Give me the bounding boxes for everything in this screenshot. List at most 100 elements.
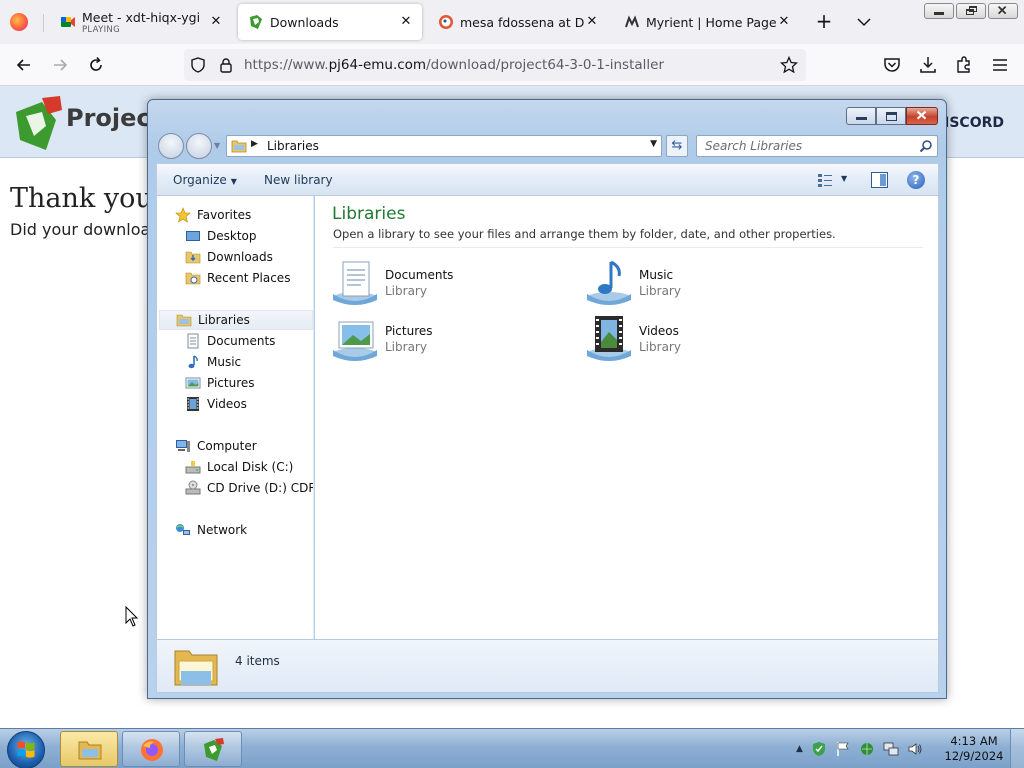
pictures-icon — [185, 377, 201, 389]
padlock-icon[interactable] — [218, 57, 234, 73]
library-name: Videos — [639, 324, 679, 338]
search-icon[interactable] — [919, 139, 933, 153]
explorer-close-button[interactable] — [906, 107, 938, 125]
explorer-back-button[interactable] — [158, 133, 184, 159]
taskbar-project64-button[interactable] — [184, 731, 242, 767]
organize-label: Organize — [173, 173, 227, 187]
address-dropdown-icon[interactable]: ▼ — [650, 139, 657, 149]
nav-label: Local Disk (C:) — [207, 460, 294, 474]
volume-speaker-icon[interactable] — [907, 741, 923, 757]
nav-libraries[interactable]: Libraries — [159, 310, 313, 330]
nav-local-disk[interactable]: Local Disk (C:) — [185, 457, 293, 477]
list-all-tabs-chevron-icon[interactable] — [856, 12, 872, 32]
security-shield-tray-icon[interactable] — [811, 741, 827, 757]
close-tab-icon[interactable]: ✕ — [398, 14, 414, 30]
nav-label: Favorites — [197, 208, 252, 222]
view-options-dropdown-icon[interactable]: ▼ — [841, 174, 847, 183]
minimize-button[interactable] — [924, 3, 954, 19]
action-center-flag-icon[interactable] — [835, 741, 851, 757]
project64-taskbar-icon — [204, 738, 224, 761]
nav-pictures[interactable]: Pictures — [185, 373, 255, 393]
nav-network[interactable]: Network — [175, 520, 247, 540]
url-bar[interactable]: https://www.pj64-emu.com/download/projec… — [184, 49, 806, 81]
library-documents[interactable]: Documents Library — [331, 258, 551, 308]
forward-arrow-icon[interactable] — [50, 55, 70, 75]
change-view-icon[interactable] — [817, 172, 833, 188]
breadcrumb-libraries[interactable]: Libraries — [267, 139, 319, 153]
tab-myrient[interactable]: Myrient | Home Page ✕ — [614, 4, 800, 40]
libraries-folder-icon — [231, 140, 247, 153]
tracking-protection-shield-icon[interactable] — [190, 57, 206, 73]
breadcrumb-arrow-icon[interactable]: ▶ — [251, 139, 258, 149]
windows-logo-icon — [17, 741, 35, 758]
nav-recent-places[interactable]: Recent Places — [185, 268, 290, 288]
nav-label: Music — [207, 355, 242, 369]
browser-tab-strip: Meet - xdt-hiqx-ygi PLAYING ✕ Downloads ✕… — [0, 0, 1024, 44]
explorer-address-bar[interactable]: ▶ Libraries ▼ — [226, 135, 662, 157]
explorer-content-pane: Libraries Open a library to see your fil… — [315, 196, 939, 639]
nav-favorites[interactable]: Favorites — [175, 205, 251, 225]
restore-button[interactable] — [956, 3, 986, 19]
bookmark-star-icon[interactable] — [780, 56, 798, 74]
library-type: Library — [385, 340, 427, 354]
explorer-window-controls — [846, 107, 938, 125]
library-videos[interactable]: Videos Library — [585, 314, 805, 364]
url-text[interactable]: https://www.pj64-emu.com/download/projec… — [244, 57, 664, 73]
new-tab-button[interactable]: + — [814, 11, 834, 32]
taskbar-firefox-button[interactable] — [122, 731, 180, 767]
nav-videos[interactable]: Videos — [185, 394, 247, 414]
taskbar-explorer-button[interactable] — [60, 731, 118, 767]
close-tab-icon[interactable]: ✕ — [584, 14, 600, 30]
nav-documents[interactable]: Documents — [185, 331, 275, 351]
network-tray-icon[interactable] — [883, 741, 899, 757]
tab-playing-label: PLAYING — [82, 24, 120, 35]
recent-pages-chevron-icon[interactable]: ▼ — [214, 141, 220, 150]
library-music[interactable]: Music Library — [585, 258, 805, 308]
nav-computer[interactable]: Computer — [175, 436, 257, 456]
organize-dropdown-icon: ▼ — [230, 177, 237, 186]
explorer-forward-button[interactable] — [186, 133, 212, 159]
explorer-window[interactable]: ▼ ▶ Libraries ▼ ⇆ Search Libraries Organ… — [147, 99, 947, 699]
nav-music[interactable]: Music — [185, 352, 241, 372]
library-pictures[interactable]: Pictures Library — [331, 314, 551, 364]
explorer-refresh-icon[interactable]: ⇆ — [666, 135, 688, 157]
new-library-button[interactable]: New library — [264, 173, 333, 187]
taskbar-clock[interactable]: 4:13 AM 12/9/2024 — [944, 734, 1004, 764]
nav-label: Downloads — [207, 250, 273, 264]
nav-desktop[interactable]: Desktop — [185, 226, 257, 246]
explorer-minimize-button[interactable] — [846, 107, 876, 125]
libraries-icon — [176, 314, 192, 327]
firefox-icon[interactable] — [10, 13, 28, 31]
hamburger-menu-icon[interactable] — [990, 55, 1010, 75]
explorer-details-pane: 4 items — [156, 639, 939, 693]
explorer-maximize-button[interactable] — [876, 107, 906, 125]
close-tab-icon[interactable]: ✕ — [208, 14, 224, 30]
explorer-folder-icon — [78, 741, 102, 760]
close-button[interactable] — [988, 3, 1018, 19]
nav-label: Computer — [197, 439, 257, 453]
downloads-icon[interactable] — [918, 55, 938, 75]
star-icon — [175, 207, 191, 223]
organize-button[interactable]: Organize ▼ — [173, 173, 237, 187]
explorer-search-input[interactable]: Search Libraries — [696, 135, 938, 157]
back-arrow-icon[interactable] — [14, 55, 34, 75]
preview-pane-icon[interactable] — [871, 172, 888, 188]
help-icon[interactable]: ? — [907, 171, 925, 189]
nav-downloads[interactable]: Downloads — [185, 247, 273, 267]
extensions-puzzle-icon[interactable] — [954, 55, 974, 75]
reload-icon[interactable] — [86, 55, 106, 75]
start-button[interactable] — [7, 731, 45, 768]
pocket-icon[interactable] — [882, 55, 902, 75]
libraries-large-icon — [174, 650, 218, 686]
tab-downloads[interactable]: Downloads ✕ — [238, 4, 422, 40]
explorer-command-bar: Organize ▼ New library ▼ ? — [156, 163, 939, 196]
nav-cd-drive[interactable]: CD Drive (D:) CDROM — [185, 478, 313, 498]
nav-label: Videos — [207, 397, 247, 411]
show-hidden-icons-chevron-icon[interactable]: ▲ — [796, 744, 803, 754]
close-tab-icon[interactable]: ✕ — [776, 14, 792, 30]
tab-duckduckgo[interactable]: mesa fdossena at DuckD ✕ — [428, 4, 608, 40]
windows-taskbar: ▲ 4:13 AM 12/9/2024 — [0, 728, 1024, 768]
show-desktop-button[interactable] — [1010, 729, 1024, 768]
tab-meet[interactable]: Meet - xdt-hiqx-ygi PLAYING ✕ — [50, 4, 232, 40]
update-globe-tray-icon[interactable] — [859, 741, 875, 757]
